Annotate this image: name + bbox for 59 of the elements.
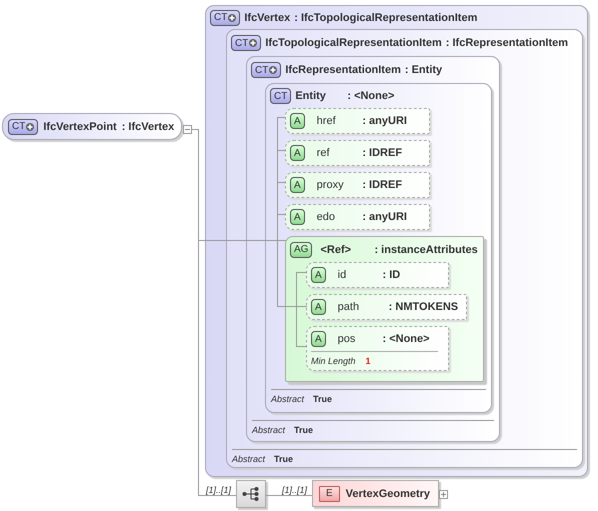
- attribute-badge: A: [290, 177, 305, 193]
- plus-icon: [26, 122, 34, 130]
- attribute-badge: A: [290, 145, 305, 161]
- type-base: : IfcRepresentationItem: [446, 37, 568, 49]
- occurrence-label: [1]..[1]: [206, 485, 232, 495]
- attribute-name: ref: [316, 147, 331, 159]
- attribute-badge: A: [311, 267, 326, 283]
- plus-icon: [249, 39, 258, 47]
- expand-icon[interactable]: [439, 490, 448, 499]
- abstract-value: True: [294, 425, 314, 435]
- abstract-label: Abstract: [232, 454, 266, 464]
- type-base: : Entity: [404, 64, 442, 76]
- sequence-icon: [242, 487, 260, 501]
- abstract-value: True: [274, 454, 294, 464]
- type-badge: CT: [270, 88, 292, 104]
- attribute-badge: A: [290, 209, 305, 225]
- abstract-label: Abstract: [252, 425, 286, 435]
- type-badge: CT: [210, 10, 240, 26]
- collapse-icon[interactable]: [183, 125, 192, 134]
- attribute-badge: A: [311, 331, 326, 347]
- type-base: : IfcVertex: [122, 120, 174, 132]
- attribute-type: : anyURI: [362, 115, 408, 127]
- attribute-name: edo: [316, 211, 336, 223]
- type-name: IfcRepresentationItem: [285, 64, 401, 76]
- facet-value: 1: [366, 356, 371, 366]
- attribute-type: : anyURI: [362, 211, 408, 223]
- facet-label: Min Length: [311, 356, 356, 366]
- type-badge: CT: [8, 118, 38, 134]
- attribute-name: href: [316, 115, 337, 127]
- connector-line: [266, 495, 312, 496]
- plus-icon: [228, 14, 236, 22]
- attribute-type: : ID: [382, 269, 402, 281]
- type-base: : <None>: [347, 90, 394, 102]
- type-name: Entity: [295, 90, 327, 102]
- group-type: : instanceAttributes: [374, 244, 478, 256]
- occurrence-label: [1]..[1]: [282, 485, 308, 495]
- attribute-type: : IDREF: [362, 179, 404, 191]
- group-name: <Ref>: [320, 244, 352, 256]
- attribute-name: path: [338, 301, 360, 313]
- group-badge: AG: [290, 242, 312, 258]
- attribute-name: id: [338, 269, 348, 281]
- type-base: : IfcTopologicalRepresentationItem: [294, 12, 478, 24]
- type-name: IfcTopologicalRepresentationItem: [265, 37, 442, 49]
- type-badge: CT: [231, 35, 262, 51]
- abstract-value: True: [313, 394, 332, 404]
- element-name: VertexGeometry: [346, 488, 430, 500]
- attribute-type: : IDREF: [362, 147, 404, 159]
- attribute-badge: A: [290, 113, 305, 129]
- plus-icon: [269, 66, 278, 74]
- abstract-label: Abstract: [271, 394, 304, 404]
- element-badge: E: [319, 486, 340, 502]
- attribute-badge: A: [311, 299, 326, 315]
- type-name: IfcVertexPoint: [43, 120, 117, 132]
- attribute-name: pos: [338, 333, 356, 345]
- attribute-type: : NMTOKENS: [388, 301, 459, 313]
- attribute-name: proxy: [316, 179, 345, 191]
- type-name: IfcVertex: [244, 12, 290, 24]
- type-badge: CT: [251, 62, 282, 78]
- attribute-type: : <None>: [382, 333, 431, 345]
